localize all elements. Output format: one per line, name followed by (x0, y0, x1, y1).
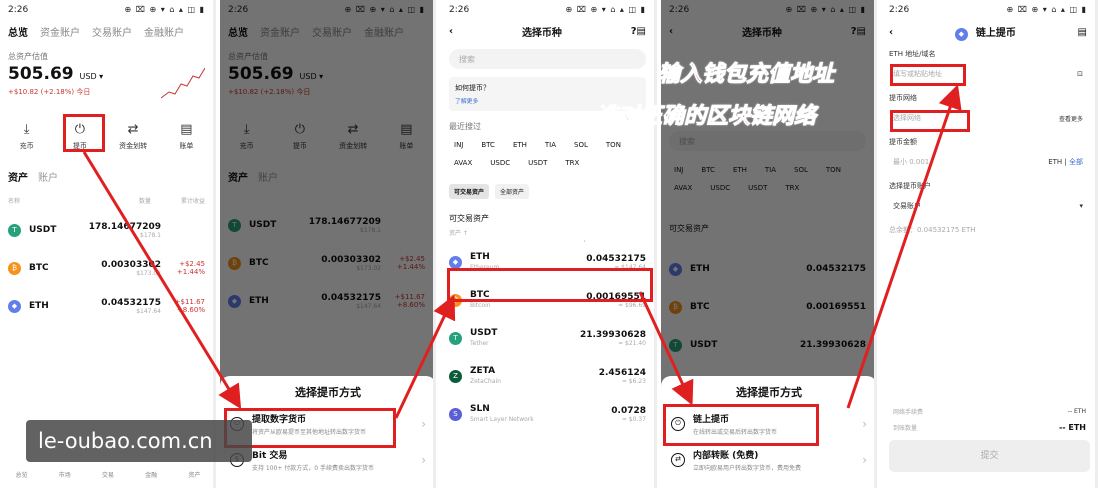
arrow-2 (394, 294, 456, 419)
arrow-3 (638, 291, 694, 406)
arrow-4 (846, 84, 962, 409)
watermark: le-oubao.com.cn (26, 420, 252, 462)
caption-address: 输入钱包充值地址 (657, 62, 835, 88)
caption-coin: 选择提币币种 (478, 230, 599, 255)
caption-network: 选对正确的区块链网络 (595, 104, 817, 130)
arrow-1 (82, 151, 242, 410)
